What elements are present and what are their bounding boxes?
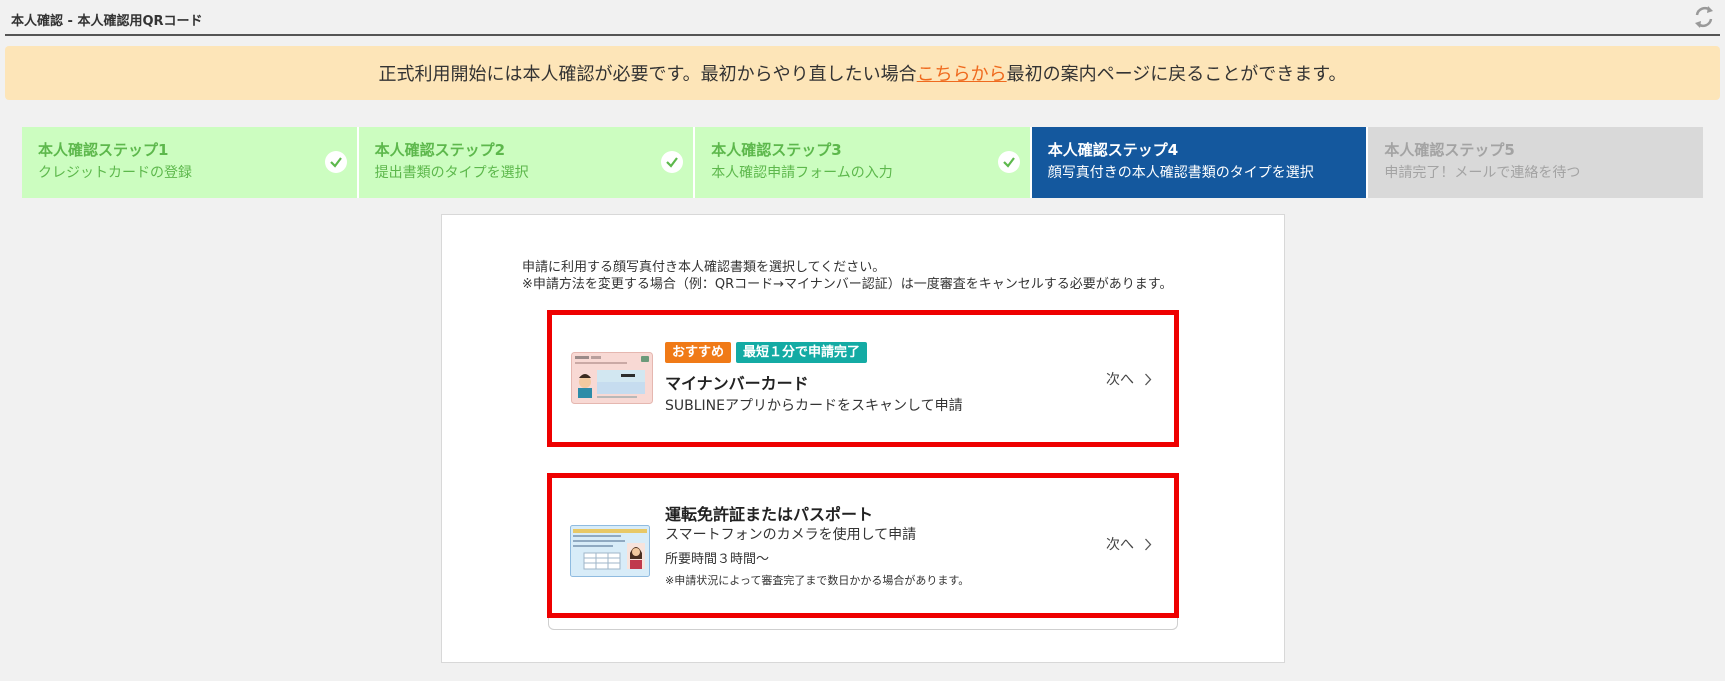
intro-text: 申請に利用する顔写真付き本人確認書類を選択してください。 ※申請方法を変更する場…	[522, 259, 1173, 293]
step-subtitle: 申請完了！メールで連絡を待つ	[1384, 165, 1581, 181]
step-4: 本人確認ステップ4 顔写真付きの本人確認書類のタイプを選択	[1031, 127, 1369, 198]
next-label: 次へ	[1106, 537, 1134, 553]
option-note: ※申請状況によって審査完了まで数日かかる場合があります。	[665, 574, 970, 587]
next-button[interactable]: 次へ	[1106, 369, 1152, 389]
chevron-right-icon	[1145, 538, 1152, 550]
notice-banner: 正式利用開始には本人確認が必要です。最初からやり直したい場合 こちらから 最初の…	[5, 46, 1720, 100]
next-label: 次へ	[1106, 372, 1134, 388]
page-title: 本人確認 - 本人確認用QRコード	[11, 14, 203, 29]
option-time: 所要時間３時間～	[665, 552, 770, 567]
step-subtitle: 顔写真付きの本人確認書類のタイプを選択	[1047, 165, 1314, 181]
chevron-right-icon	[1145, 373, 1152, 385]
option-title: 運転免許証またはパスポート	[665, 505, 874, 524]
step-title: 本人確認ステップ4	[1047, 141, 1179, 159]
step-2: 本人確認ステップ2 提出書類のタイプを選択	[358, 127, 696, 198]
my-number-card-icon	[571, 352, 653, 404]
recommended-badge: おすすめ	[665, 342, 732, 363]
header-divider	[5, 34, 1720, 36]
fast-badge: 最短１分で申請完了	[736, 342, 868, 363]
step-title: 本人確認ステップ5	[1384, 141, 1515, 159]
option-license-passport[interactable]: 運転免許証またはパスポート スマートフォンのカメラを使用して申請 所要時間３時間…	[547, 473, 1179, 618]
page-header: 本人確認 - 本人確認用QRコード	[0, 0, 1725, 36]
next-button[interactable]: 次へ	[1106, 534, 1152, 554]
notice-text-before: 正式利用開始には本人確認が必要です。最初からやり直したい場合	[378, 64, 917, 85]
step-progress: 本人確認ステップ1 クレジットカードの登録 本人確認ステップ2 提出書類のタイプ…	[22, 127, 1703, 198]
step-subtitle: クレジットカードの登録	[38, 165, 192, 181]
step-title: 本人確認ステップ1	[38, 141, 169, 159]
check-icon	[324, 151, 347, 173]
restart-link[interactable]: こちらから	[917, 60, 1007, 86]
step-subtitle: 提出書類のタイプを選択	[374, 165, 529, 181]
driver-license-icon	[570, 525, 650, 577]
notice-text-after: 最初の案内ページに戻ることができます。	[1006, 64, 1347, 85]
step-1: 本人確認ステップ1 クレジットカードの登録	[22, 127, 359, 198]
check-icon	[997, 151, 1020, 173]
intro-line-2: ※申請方法を変更する場合（例：QRコード→マイナンバー認証）は一度審査をキャンセ…	[522, 277, 1173, 292]
option-my-number-card[interactable]: おすすめ 最短１分で申請完了 マイナンバーカード SUBLINEアプリからカード…	[547, 310, 1179, 447]
step-3: 本人確認ステップ3 本人確認申請フォームの入力	[695, 127, 1032, 198]
option-description: スマートフォンのカメラを使用して申請	[665, 527, 917, 543]
option-badges: おすすめ 最短１分で申請完了	[665, 342, 868, 363]
step-subtitle: 本人確認申請フォームの入力	[711, 165, 893, 181]
step-title: 本人確認ステップ3	[711, 141, 842, 159]
step-5: 本人確認ステップ5 申請完了！メールで連絡を待つ	[1368, 127, 1703, 198]
option-title: マイナンバーカード	[665, 374, 809, 393]
step-title: 本人確認ステップ2	[374, 141, 506, 159]
refresh-arrows-icon[interactable]	[1691, 4, 1717, 30]
option-description: SUBLINEアプリからカードをスキャンして申請	[665, 398, 963, 414]
intro-line-1: 申請に利用する顔写真付き本人確認書類を選択してください。	[522, 260, 886, 275]
